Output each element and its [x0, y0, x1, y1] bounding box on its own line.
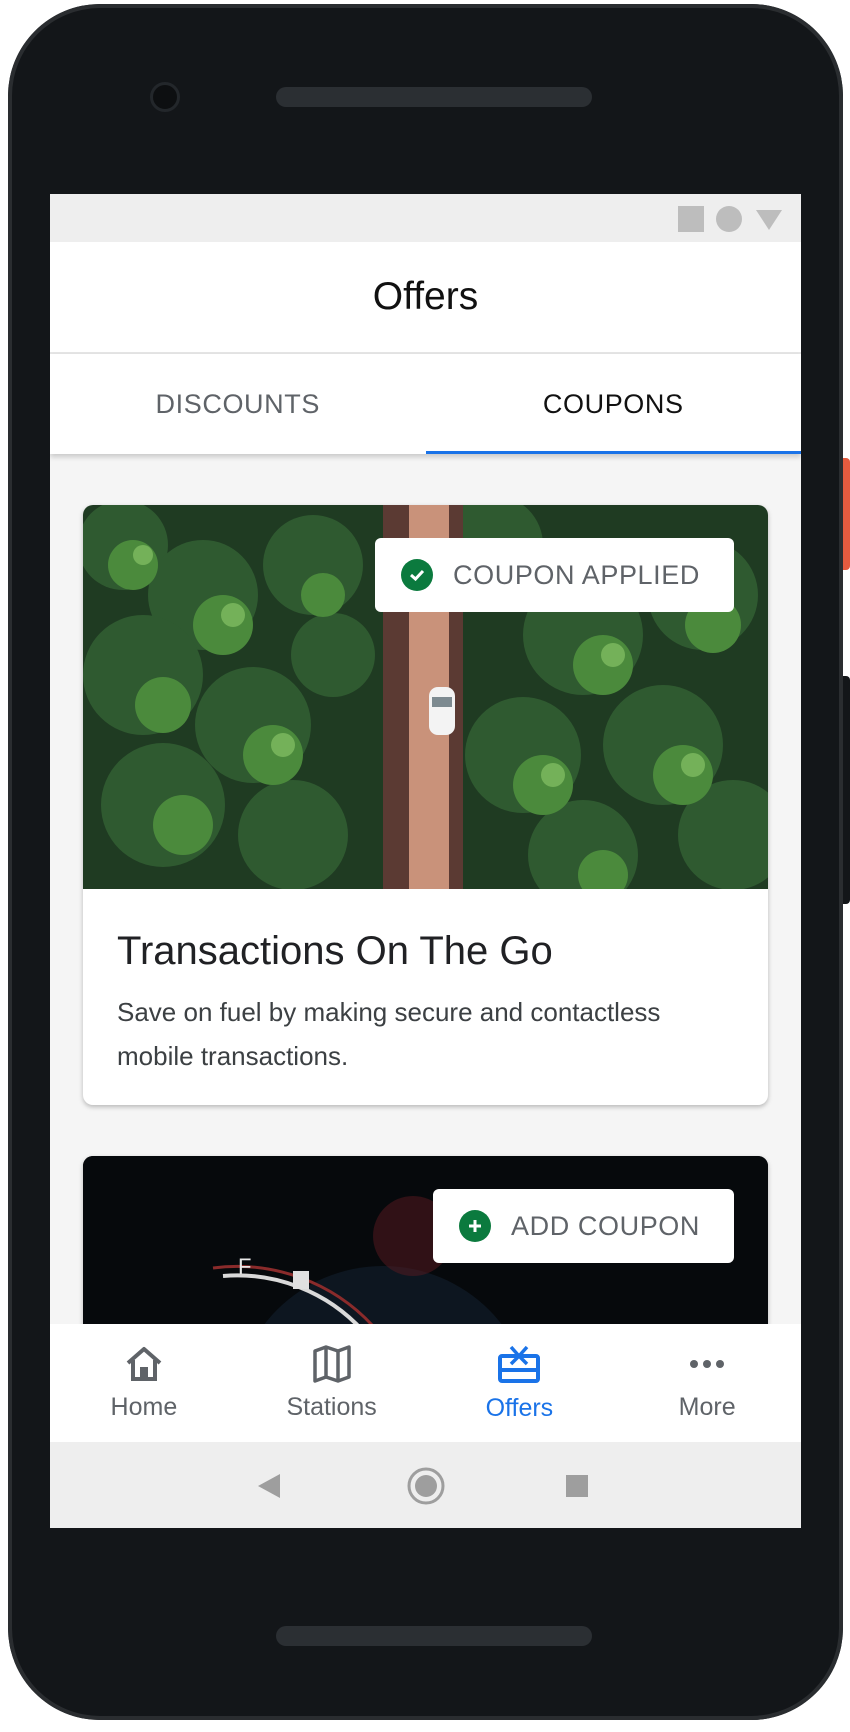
home-circle-icon[interactable]: [406, 1466, 446, 1506]
bottom-speaker: [276, 1626, 592, 1646]
power-button: [843, 458, 850, 570]
signal-status-icon: [756, 210, 782, 230]
card-title: Transactions On The Go: [117, 929, 553, 973]
gift-card-icon: [498, 1345, 541, 1383]
nav-offers[interactable]: Offers: [426, 1324, 614, 1442]
top-speaker: [276, 87, 592, 107]
front-camera: [150, 82, 180, 112]
nav-label: Offers: [485, 1393, 554, 1422]
nav-label: More: [678, 1392, 736, 1421]
map-icon: [312, 1344, 351, 1383]
card-body: Transactions On The Go Save on fuel by m…: [83, 889, 768, 1078]
nav-label: Home: [110, 1392, 178, 1421]
volume-button: [843, 676, 850, 904]
record-status-icon: [716, 206, 742, 232]
back-icon[interactable]: [258, 1474, 280, 1498]
home-icon: [126, 1346, 162, 1381]
nav-home[interactable]: Home: [50, 1324, 238, 1442]
tab-discounts[interactable]: DISCOUNTS: [50, 354, 426, 454]
tab-coupons[interactable]: COUPONS: [425, 354, 802, 454]
nav-label: Stations: [286, 1392, 377, 1421]
offer-tabs: DISCOUNTS COUPONS: [50, 354, 801, 454]
stop-status-icon: [678, 206, 704, 232]
page-title: Offers: [372, 275, 479, 318]
bottom-navigation: Home Stations Offers More: [50, 1324, 801, 1442]
system-navigation-bar: [50, 1442, 801, 1528]
status-bar: [50, 194, 801, 242]
add-coupon-label: ADD COUPON: [510, 1210, 700, 1241]
nav-stations[interactable]: Stations: [238, 1324, 426, 1442]
phone-screen: Offers DISCOUNTS COUPONS COUPON APPLIED …: [50, 194, 801, 1528]
coupon-card[interactable]: COUPON APPLIED Transactions On The Go Sa…: [83, 505, 768, 1105]
nav-more[interactable]: More: [613, 1324, 801, 1442]
badge-label: COUPON APPLIED: [453, 559, 700, 590]
more-horizontal-icon: [690, 1359, 725, 1368]
recents-icon[interactable]: [566, 1475, 588, 1497]
coupon-applied-badge: COUPON APPLIED: [375, 538, 734, 612]
add-coupon-button[interactable]: ADD COUPON: [432, 1189, 734, 1263]
check-circle-icon: [401, 559, 434, 591]
plus-circle-icon: [458, 1210, 491, 1242]
app-bar: Offers: [50, 242, 801, 354]
svg-text:F: F: [238, 1254, 251, 1279]
card-description: Save on fuel by making secure and contac…: [117, 997, 661, 1071]
